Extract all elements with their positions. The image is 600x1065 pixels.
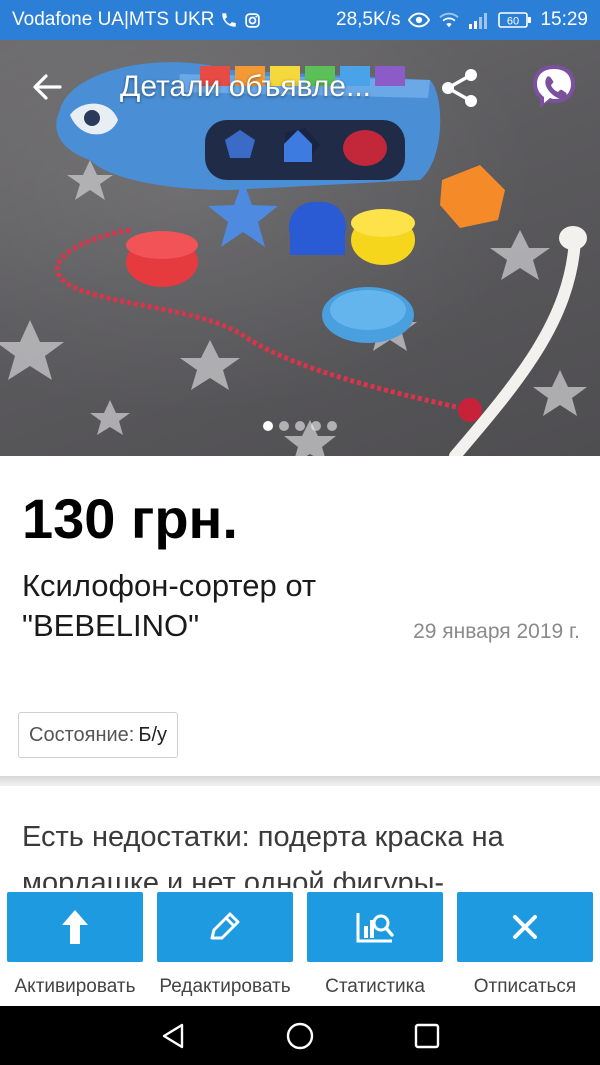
price: 130 грн. bbox=[22, 487, 238, 550]
clock: 15:29 bbox=[540, 9, 588, 30]
gallery-dot bbox=[311, 421, 321, 431]
nav-home-button[interactable] bbox=[280, 1016, 320, 1056]
gallery-indicator bbox=[0, 421, 600, 431]
unsubscribe-label: Отписаться bbox=[473, 976, 577, 997]
condition-tag: Состояние: Б/у bbox=[18, 712, 179, 758]
call-icon bbox=[220, 11, 238, 29]
statistics-icon bbox=[356, 913, 394, 943]
share-button[interactable] bbox=[432, 60, 488, 116]
square-recents-icon bbox=[414, 1023, 439, 1048]
status-bar: Vodafone UA|MTS UKR 28,5K/s 60 15:29 bbox=[0, 0, 600, 40]
edit-button[interactable]: Редактировать bbox=[150, 888, 300, 1006]
edit-tile[interactable] bbox=[157, 892, 293, 962]
instagram-icon bbox=[244, 12, 261, 29]
activate-button[interactable]: Активировать bbox=[0, 888, 150, 1006]
share-icon bbox=[442, 69, 477, 107]
gallery-dot bbox=[327, 421, 337, 431]
gallery-dot bbox=[295, 421, 305, 431]
viber-button[interactable] bbox=[524, 58, 584, 118]
unsubscribe-tile[interactable] bbox=[457, 892, 593, 962]
back-button[interactable] bbox=[22, 62, 72, 112]
action-bar: Активировать Редактировать Статистика От… bbox=[0, 888, 600, 1006]
statistics-tile[interactable] bbox=[307, 892, 443, 962]
section-divider bbox=[0, 776, 600, 786]
activate-tile[interactable] bbox=[7, 892, 143, 962]
network-speed: 28,5K/s bbox=[336, 9, 401, 30]
navigation-bar bbox=[0, 1006, 600, 1065]
unsubscribe-button[interactable]: Отписаться bbox=[450, 888, 600, 1006]
wifi-icon bbox=[438, 11, 460, 29]
toolbar: Детали объявле... bbox=[0, 40, 600, 136]
nav-back-button[interactable] bbox=[153, 1016, 193, 1056]
page-title: Детали объявле... bbox=[120, 70, 372, 103]
viber-icon bbox=[533, 65, 575, 108]
arrow-up-icon bbox=[62, 910, 88, 944]
signal-icon bbox=[468, 11, 490, 29]
close-icon bbox=[513, 915, 537, 939]
eye-icon bbox=[408, 12, 431, 28]
nav-recents-button[interactable] bbox=[407, 1016, 447, 1056]
statistics-label: Статистика bbox=[325, 976, 425, 997]
battery-level: 60 bbox=[507, 16, 519, 28]
gallery-dot bbox=[279, 421, 289, 431]
triangle-back-icon bbox=[163, 1023, 184, 1048]
circle-home-icon bbox=[286, 1022, 314, 1049]
statistics-button[interactable]: Статистика bbox=[300, 888, 450, 1006]
carrier-text: Vodafone UA|MTS UKR bbox=[12, 9, 215, 30]
pencil-icon bbox=[210, 912, 240, 940]
edit-label: Редактировать bbox=[159, 976, 291, 997]
back-arrow-icon bbox=[33, 74, 62, 100]
activate-label: Активировать bbox=[14, 976, 136, 997]
battery-icon: 60 bbox=[498, 11, 532, 29]
listing-title: Ксилофон-сортер от "BEBELINO" bbox=[22, 568, 317, 643]
condition-label: Состояние: bbox=[29, 723, 135, 746]
description-section: Есть недостатки: подерта краска на морда… bbox=[0, 786, 600, 890]
listing-date: 29 января 2019 г. bbox=[413, 620, 580, 643]
gallery-dot bbox=[263, 421, 273, 431]
listing-description: Есть недостатки: подерта краска на морда… bbox=[22, 821, 504, 890]
condition-value: Б/у bbox=[138, 723, 168, 746]
